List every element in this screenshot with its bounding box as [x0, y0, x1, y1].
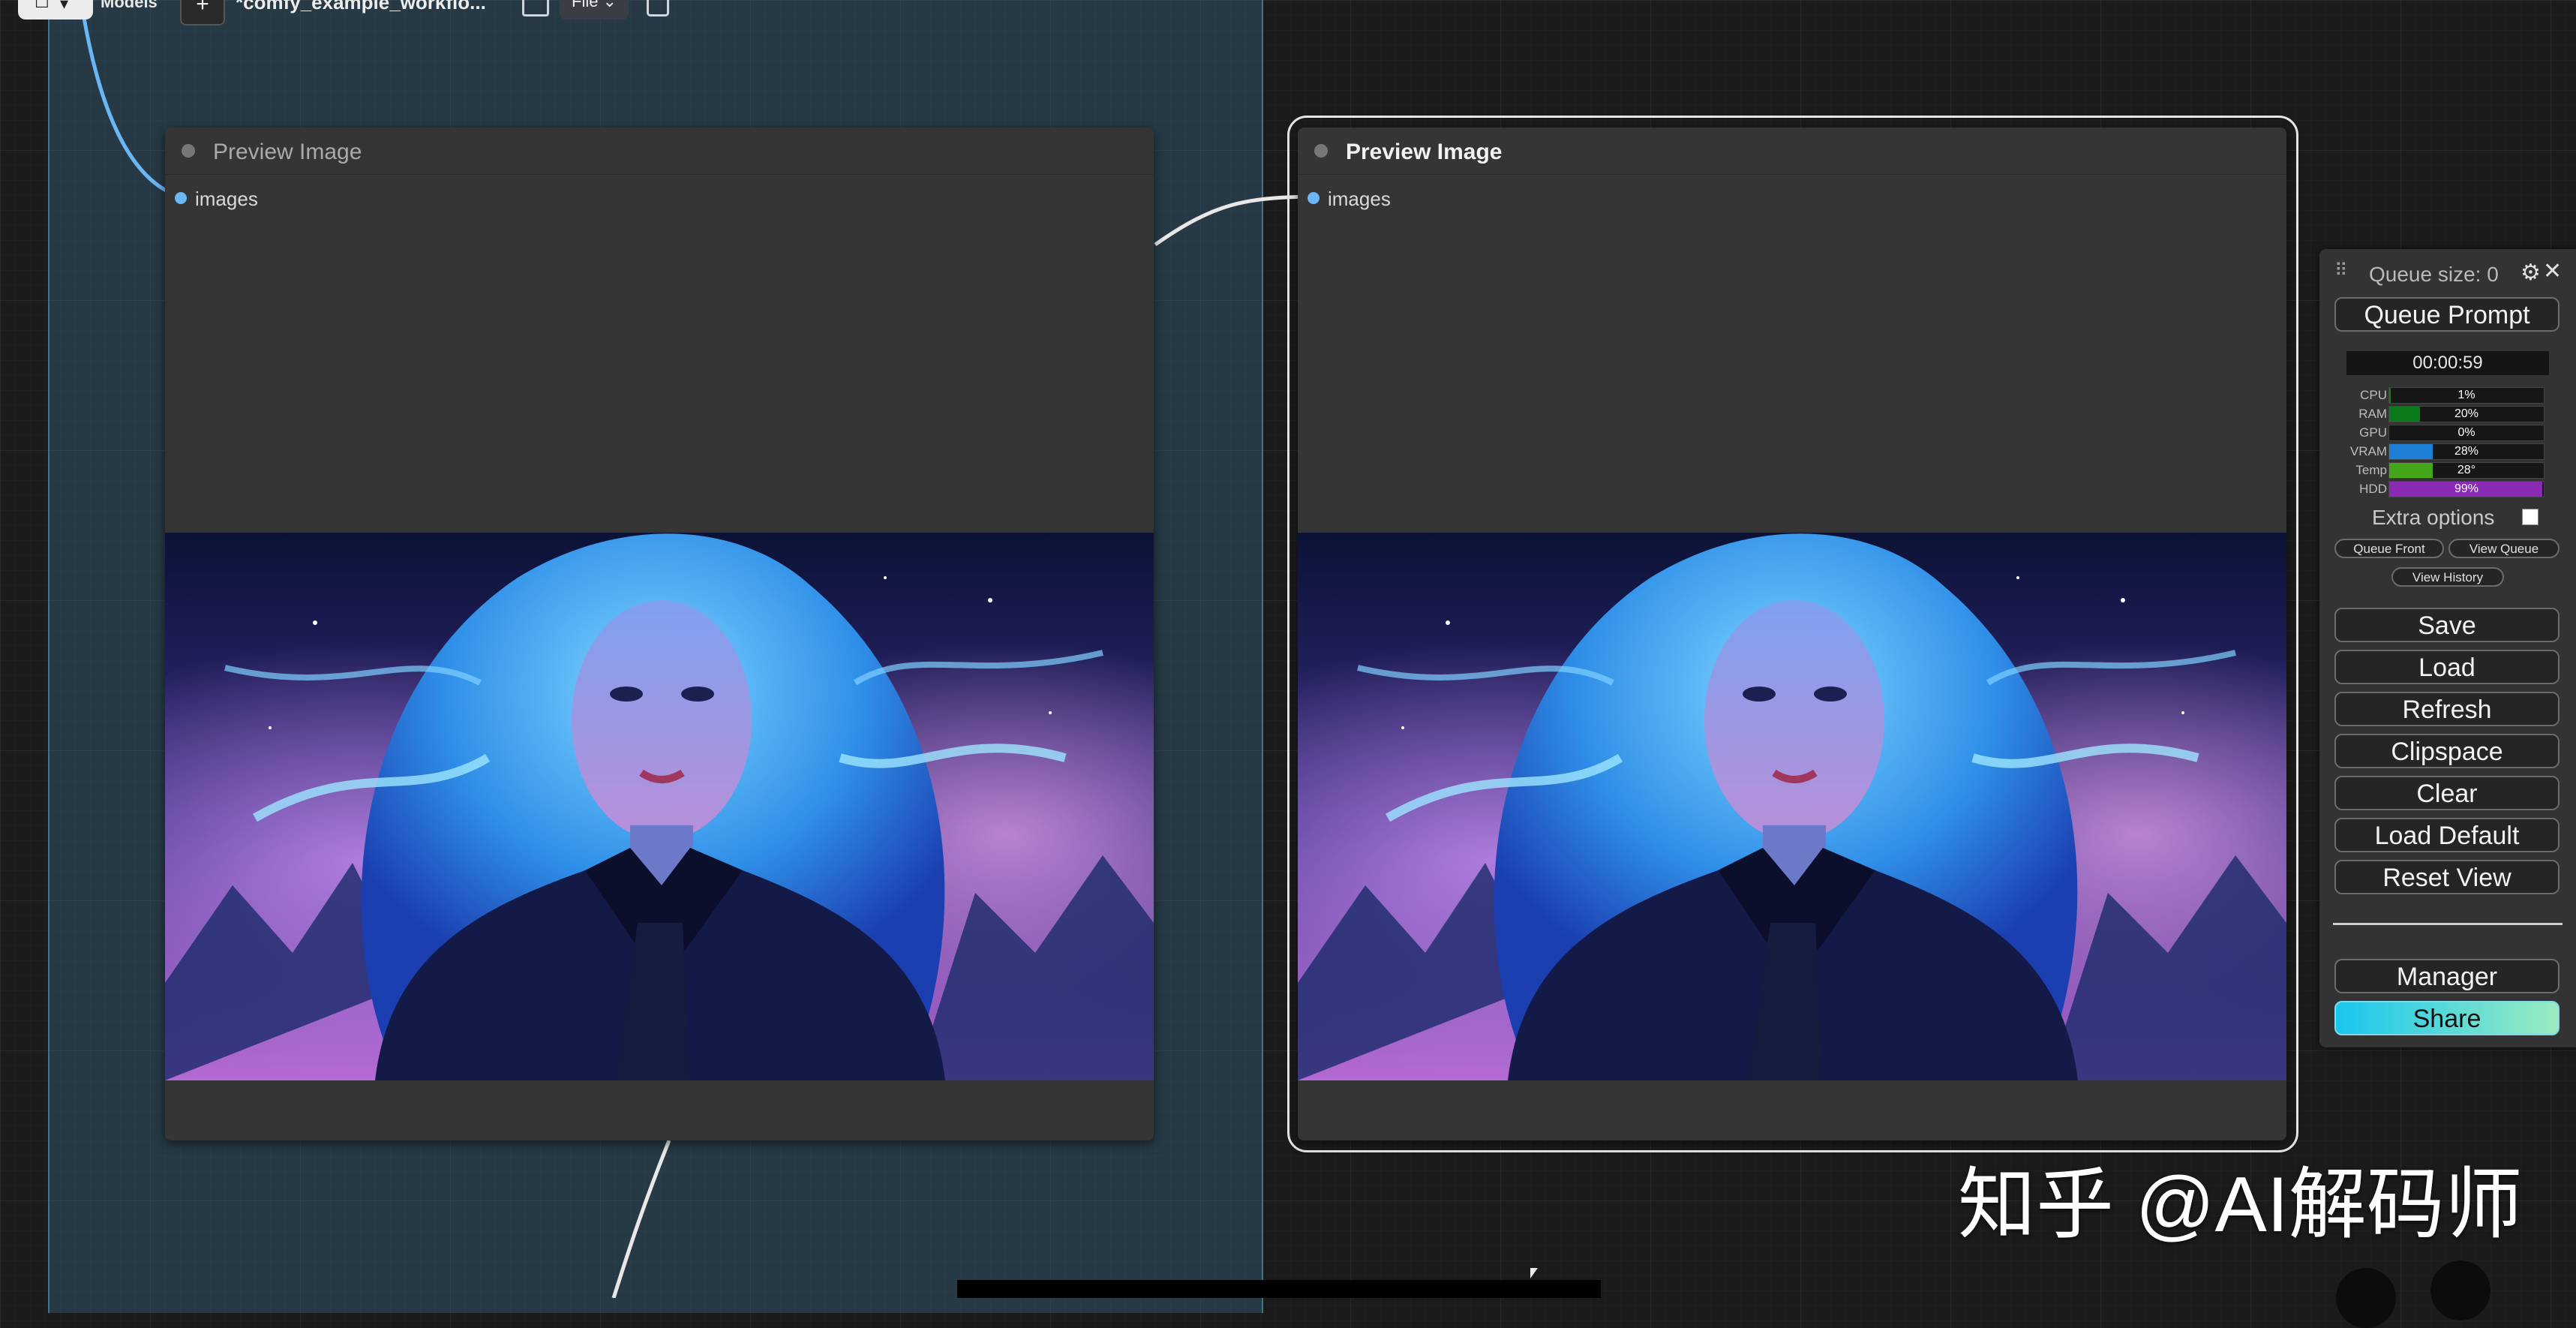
node-title: Preview Image	[213, 140, 362, 164]
queue-size-label: Queue size: 0	[2369, 263, 2499, 286]
stat-label: VRAM	[2349, 444, 2387, 458]
queue-front-button[interactable]: Queue Front	[2334, 539, 2444, 558]
avatar	[2336, 1268, 2396, 1328]
stat-label: GPU	[2359, 425, 2387, 440]
stat-label: CPU	[2360, 388, 2387, 402]
stat-row-temp: Temp 28°	[2346, 462, 2549, 479]
top-menu-bar: ☐ ▾ Models + *comfy_example_workflo... F…	[0, 0, 1260, 26]
extra-options-checkbox[interactable]	[2522, 509, 2538, 525]
stat-value: 20%	[2454, 407, 2479, 420]
watermark: 知乎 @AI解码师	[1958, 1161, 2523, 1248]
node-graph-canvas[interactable]: ☐ ▾ Models + *comfy_example_workflo... F…	[0, 0, 2576, 1328]
drag-handle-icon[interactable]: ⠿	[2334, 260, 2348, 281]
clear-button[interactable]: Clear	[2334, 776, 2559, 810]
stat-bar: 28%	[2388, 443, 2544, 460]
clipspace-button[interactable]: Clipspace	[2334, 734, 2559, 768]
input-slot-dot[interactable]	[175, 192, 187, 204]
stat-value: 28%	[2454, 445, 2479, 458]
stat-row-ram: RAM 20%	[2346, 406, 2549, 422]
stat-row-hdd: HDD 99%	[2346, 481, 2549, 497]
stat-bar: 0%	[2388, 425, 2544, 441]
preview-image	[165, 533, 1154, 1080]
image-icon[interactable]	[522, 0, 549, 17]
stat-value: 99%	[2454, 482, 2479, 495]
video-bar	[957, 1280, 1601, 1298]
workflow-menu-button[interactable]: ☐ ▾	[18, 0, 93, 20]
node-collapse-dot[interactable]	[182, 144, 195, 158]
execution-timer: 00:00:59	[2346, 351, 2549, 375]
workflow-tab[interactable]: *comfy_example_workflo...	[236, 0, 486, 14]
stat-bar: 20%	[2388, 406, 2544, 422]
stat-row-vram: VRAM 28%	[2346, 443, 2549, 460]
queue-panel: ⠿ Queue size: 0 ⚙ ✕ Queue Prompt 00:00:5…	[2319, 249, 2576, 1047]
stat-row-cpu: CPU 1%	[2346, 387, 2549, 404]
settings-gear-icon[interactable]: ⚙	[2520, 260, 2541, 286]
close-icon[interactable]: ✕	[2543, 258, 2562, 284]
node-title-bar[interactable]: Preview Image	[165, 128, 1154, 175]
stat-bar: 1%	[2388, 387, 2544, 404]
input-slot-label: images	[1328, 188, 1391, 210]
input-slot-label: images	[195, 188, 258, 210]
stat-label: RAM	[2358, 407, 2387, 421]
manager-button[interactable]: Manager	[2334, 959, 2559, 993]
load-default-button[interactable]: Load Default	[2334, 818, 2559, 852]
menu-icon: ☐	[35, 0, 50, 11]
stat-label: Temp	[2355, 463, 2387, 477]
reset-view-button[interactable]: Reset View	[2334, 860, 2559, 894]
preview-image	[1298, 533, 2286, 1080]
stat-row-gpu: GPU 0%	[2346, 425, 2549, 441]
stat-bar: 28°	[2388, 462, 2544, 479]
mouse-cursor-icon	[1530, 1268, 1538, 1278]
preview-image-node-2[interactable]: Preview Image images	[1298, 128, 2286, 1140]
stat-label: HDD	[2359, 482, 2387, 496]
avatar	[2430, 1260, 2490, 1320]
load-button[interactable]: Load	[2334, 650, 2559, 684]
share-button[interactable]: Share	[2334, 1001, 2559, 1035]
node-collapse-dot[interactable]	[1314, 144, 1328, 158]
models-button[interactable]: Models	[101, 0, 158, 12]
stat-value: 0%	[2457, 426, 2475, 439]
stat-value: 1%	[2457, 389, 2475, 401]
stat-bar: 99%	[2388, 481, 2544, 497]
lock-icon[interactable]	[647, 0, 669, 17]
new-tab-button[interactable]: +	[180, 0, 225, 26]
panel-divider	[2333, 923, 2562, 925]
extra-options-label: Extra options	[2372, 506, 2495, 529]
chevron-down-icon: ▾	[60, 0, 69, 13]
view-queue-button[interactable]: View Queue	[2448, 539, 2559, 558]
preview-image-node-1[interactable]: Preview Image images	[165, 128, 1154, 1140]
refresh-button[interactable]: Refresh	[2334, 692, 2559, 726]
queue-prompt-button[interactable]: Queue Prompt	[2334, 297, 2559, 332]
stat-value: 28°	[2457, 464, 2476, 476]
input-slot-dot[interactable]	[1308, 192, 1320, 204]
view-history-button[interactable]: View History	[2391, 567, 2504, 587]
node-title: Preview Image	[1346, 140, 1503, 164]
node-title-bar[interactable]: Preview Image	[1298, 128, 2286, 175]
save-button[interactable]: Save	[2334, 608, 2559, 642]
file-menu-button[interactable]: File ⌄	[560, 0, 629, 20]
